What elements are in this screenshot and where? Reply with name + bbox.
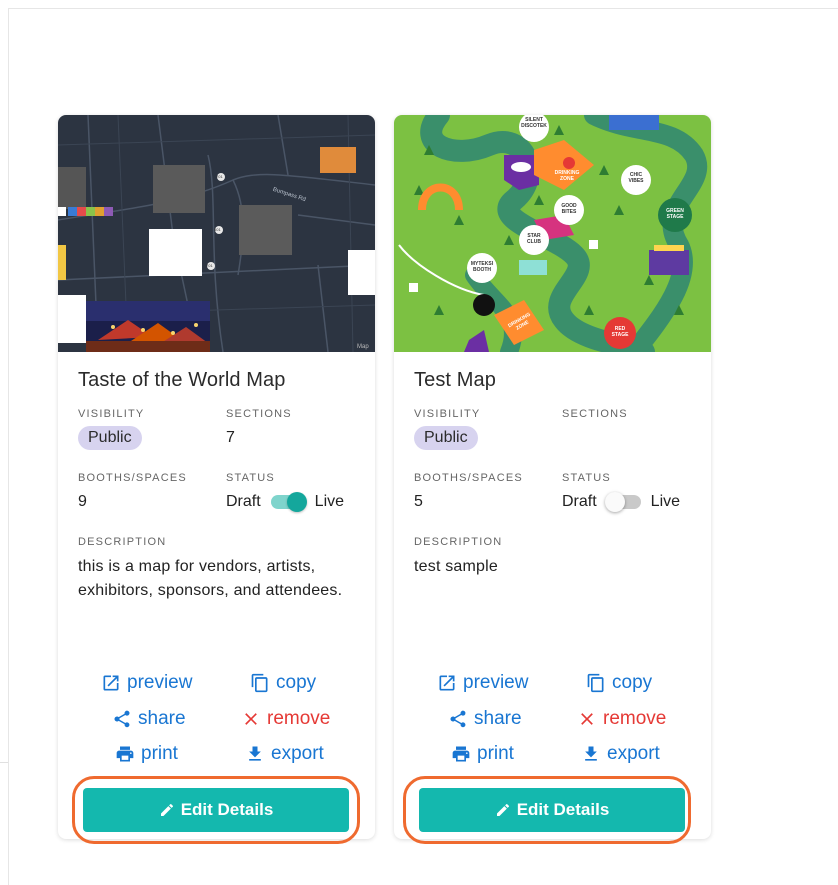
status-toggle-row: Draft Live [226, 492, 345, 512]
share-label: share [474, 708, 522, 729]
map-credit: Map [357, 344, 369, 350]
status-live-label: Live [314, 493, 345, 510]
street-map-image [58, 115, 375, 352]
remove-link[interactable]: remove [241, 708, 330, 730]
share-link[interactable]: share [112, 708, 186, 730]
map-card: Bumpass Rd 701 501 701 Map Taste of the … [58, 115, 375, 839]
share-icon [450, 710, 466, 728]
preview-label: preview [127, 672, 193, 693]
route-marker-label: 701 [206, 263, 213, 268]
route-marker-label: 701 [216, 174, 223, 179]
share-link[interactable]: share [448, 708, 522, 730]
map-label: DRINKING ZONE [554, 170, 580, 182]
open-in-new-icon [439, 675, 455, 691]
download-icon [249, 746, 261, 761]
booths-value: 5 [414, 493, 423, 510]
map-label: CHIC VIBES [628, 172, 644, 184]
pencil-icon [496, 803, 509, 816]
preview-link[interactable]: preview [437, 672, 528, 694]
copy-label: copy [612, 672, 653, 693]
card-title: Test Map [414, 369, 496, 391]
description-text: this is a map for vendors, artists, exhi… [78, 558, 343, 599]
status-live-label: Live [650, 493, 681, 510]
remove-link[interactable]: remove [577, 708, 666, 730]
preview-link[interactable]: preview [101, 672, 192, 694]
close-icon [245, 713, 257, 725]
status-draft-label: Draft [226, 493, 261, 510]
description-text: test sample [414, 558, 499, 575]
toggle-knob [604, 492, 625, 512]
share-label: share [138, 708, 186, 729]
status-toggle-row: Draft Live [562, 492, 681, 512]
map-label: STAR CLUB [527, 233, 541, 245]
map-thumbnail[interactable]: SILENT DISCOTEK DRINKING ZONE CHIC VIBES… [394, 115, 711, 352]
frame-border-left [8, 8, 9, 885]
festival-map-image [394, 115, 711, 352]
remove-label: remove [603, 708, 667, 729]
copy-link[interactable]: copy [586, 672, 652, 694]
visibility-badge: Public [414, 426, 478, 450]
sections-label: SECTIONS [226, 408, 292, 420]
print-icon [116, 746, 134, 762]
copy-link[interactable]: copy [250, 672, 316, 694]
copy-icon [251, 673, 268, 693]
print-label: print [141, 743, 178, 764]
visibility-badge: Public [78, 426, 142, 450]
export-label: export [607, 743, 660, 764]
print-link[interactable]: print [451, 743, 514, 765]
edit-details-button[interactable]: Edit Details [83, 788, 349, 832]
status-toggle[interactable] [270, 492, 307, 512]
copy-label: copy [276, 672, 317, 693]
booths-label: BOOTHS/SPACES [414, 472, 523, 484]
download-icon [585, 746, 597, 761]
map-label: MYTEKSI BOOTH [470, 261, 494, 273]
status-label: STATUS [562, 472, 611, 484]
toggle-knob [286, 492, 307, 512]
frame-divider [0, 762, 8, 763]
frame-border-top [8, 8, 838, 9]
export-link[interactable]: export [245, 743, 324, 765]
map-label: SILENT DISCOTEK [521, 117, 547, 129]
copy-icon [587, 673, 604, 693]
share-icon [114, 710, 130, 728]
status-label: STATUS [226, 472, 275, 484]
open-in-new-icon [103, 675, 119, 691]
visibility-label: VISIBILITY [78, 408, 145, 420]
map-label: GREEN STAGE [666, 208, 684, 220]
map-label: GOOD BITES [561, 203, 577, 215]
visibility-label: VISIBILITY [414, 408, 481, 420]
status-toggle[interactable] [604, 492, 641, 512]
edit-details-button[interactable]: Edit Details [419, 788, 685, 832]
remove-label: remove [267, 708, 331, 729]
card-title: Taste of the World Map [78, 369, 286, 391]
description-label: DESCRIPTION [78, 536, 167, 548]
map-label: RED STAGE [611, 326, 629, 338]
booths-value: 9 [78, 493, 87, 510]
export-link[interactable]: export [581, 743, 660, 765]
booths-label: BOOTHS/SPACES [78, 472, 187, 484]
export-label: export [271, 743, 324, 764]
edit-details-label: Edit Details [180, 800, 274, 819]
map-thumbnail[interactable]: Bumpass Rd 701 501 701 Map [58, 115, 375, 352]
map-card: SILENT DISCOTEK DRINKING ZONE CHIC VIBES… [394, 115, 711, 839]
status-draft-label: Draft [562, 493, 597, 510]
pencil-icon [160, 803, 173, 816]
sections-label: SECTIONS [562, 408, 628, 420]
print-link[interactable]: print [115, 743, 178, 765]
close-icon [581, 713, 593, 725]
route-marker-label: 501 [214, 227, 221, 232]
description-label: DESCRIPTION [414, 536, 503, 548]
sections-value: 7 [226, 429, 235, 446]
preview-label: preview [463, 672, 529, 693]
print-label: print [477, 743, 514, 764]
edit-details-label: Edit Details [516, 800, 610, 819]
print-icon [452, 746, 470, 762]
